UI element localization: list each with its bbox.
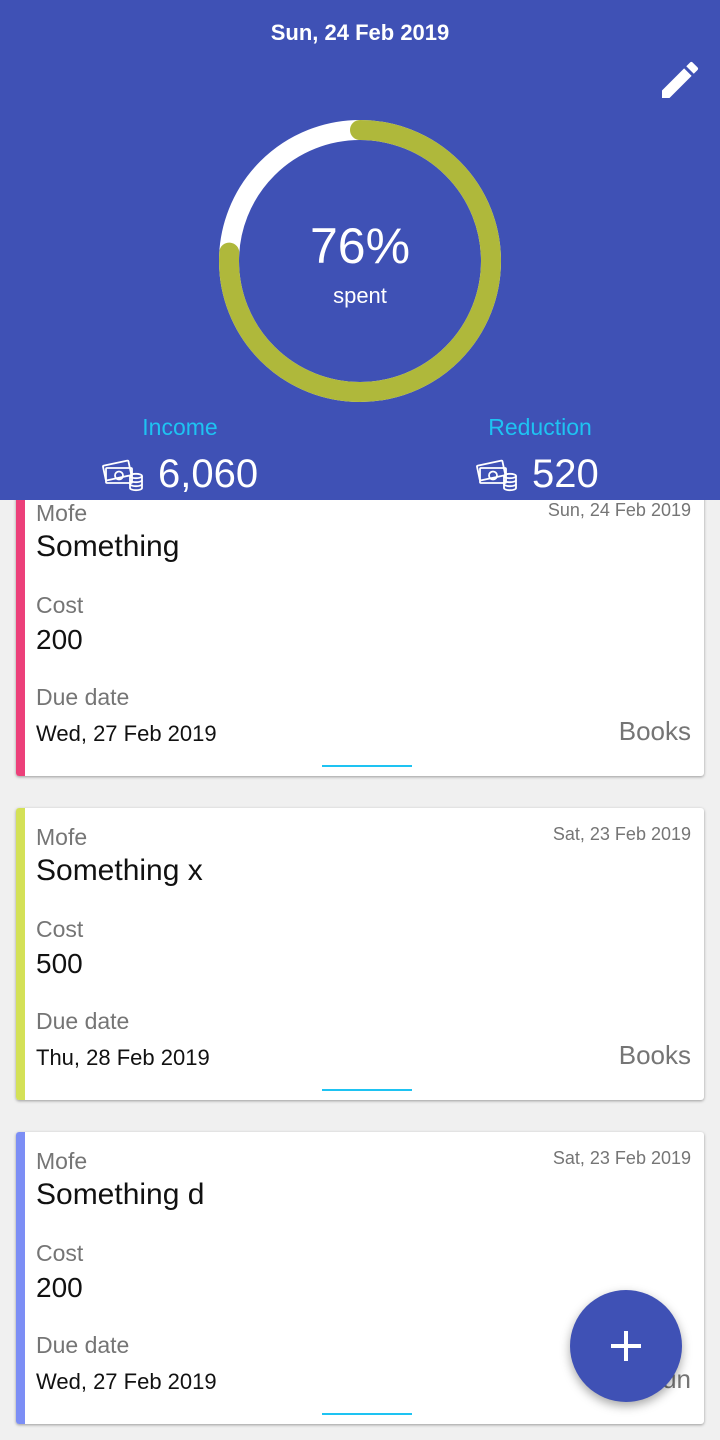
- due-date-value: Wed, 27 Feb 2019: [36, 1369, 217, 1394]
- plus-icon: [611, 1331, 641, 1361]
- category-color-stripe: [16, 484, 25, 776]
- add-expense-button[interactable]: [570, 1290, 682, 1402]
- pencil-icon: [662, 61, 699, 98]
- reduction-label: Reduction: [488, 414, 592, 440]
- reduction-summary: Reduction 520: [410, 414, 670, 496]
- category-color-stripe: [16, 1132, 25, 1424]
- spent-label: spent: [333, 283, 387, 308]
- due-date-value: Wed, 27 Feb 2019: [36, 721, 217, 746]
- owner-name: Mofe: [36, 824, 88, 850]
- reduction-value: 520: [532, 452, 599, 496]
- owner-name: Mofe: [36, 1148, 88, 1174]
- cost-value: 200: [36, 624, 83, 655]
- expense-name: Something d: [36, 1178, 205, 1211]
- category-color-stripe: [16, 808, 25, 1100]
- cost-label: Cost: [36, 592, 84, 618]
- summary-header: Sun, 24 Feb 2019 76% spent Income 6,060 …: [0, 0, 720, 500]
- cost-value: 200: [36, 1272, 83, 1303]
- card-divider: [322, 1413, 412, 1415]
- due-date-label: Due date: [36, 1332, 130, 1358]
- income-value: 6,060: [158, 452, 259, 496]
- owner-name: Mofe: [36, 500, 88, 526]
- current-date: Sun, 24 Feb 2019: [270, 20, 450, 45]
- expense-name: Something x: [36, 854, 203, 887]
- money-icon: [476, 459, 517, 492]
- category-label: Books: [618, 716, 691, 746]
- money-icon: [102, 459, 143, 492]
- spent-percent: 76%: [309, 218, 411, 274]
- spent-gauge: 76% spent: [218, 119, 502, 403]
- expense-name: Something: [36, 530, 180, 563]
- card-divider: [322, 1089, 412, 1091]
- cost-label: Cost: [36, 1240, 84, 1266]
- category-label: Books: [618, 1040, 691, 1070]
- created-date: Sat, 23 Feb 2019: [552, 1148, 691, 1168]
- cost-label: Cost: [36, 916, 84, 942]
- card-divider: [322, 765, 412, 767]
- expense-card[interactable]: Mofe Sat, 23 Feb 2019 Something x Cost 5…: [16, 808, 704, 1100]
- due-date-value: Thu, 28 Feb 2019: [36, 1045, 210, 1070]
- income-label: Income: [142, 414, 218, 440]
- expense-card[interactable]: Mofe Sun, 24 Feb 2019 Something Cost 200…: [16, 484, 704, 776]
- edit-button[interactable]: [656, 56, 704, 104]
- due-date-label: Due date: [36, 1008, 130, 1034]
- created-date: Sun, 24 Feb 2019: [547, 500, 691, 520]
- due-date-label: Due date: [36, 684, 130, 710]
- cost-value: 500: [36, 948, 83, 979]
- income-summary: Income 6,060: [50, 414, 310, 496]
- created-date: Sat, 23 Feb 2019: [552, 824, 691, 844]
